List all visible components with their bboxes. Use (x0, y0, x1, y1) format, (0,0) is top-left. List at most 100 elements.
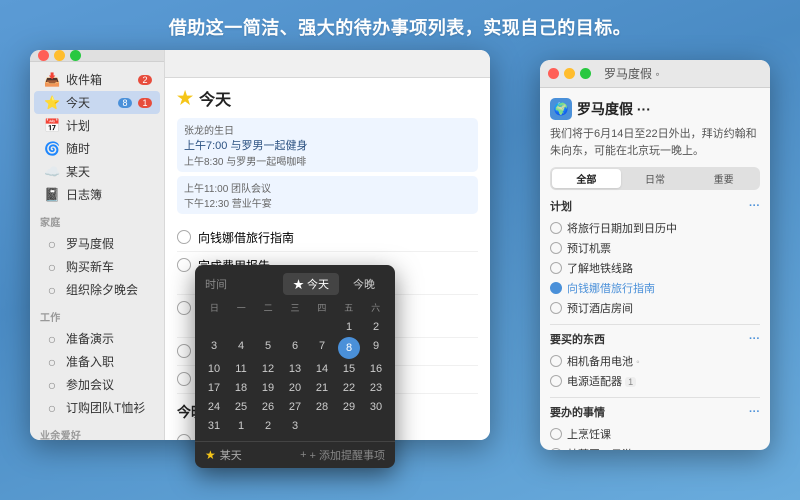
cal-cell[interactable] (309, 417, 335, 435)
cal-cell[interactable] (309, 318, 335, 336)
cal-cell[interactable]: 20 (282, 379, 308, 397)
plan-task-2[interactable]: 预订机票 (550, 238, 760, 258)
cal-cell[interactable]: 28 (309, 398, 335, 416)
plan-task-1[interactable]: 将旅行日期加到日历中 (550, 218, 760, 238)
cal-cell[interactable]: 24 (201, 398, 227, 416)
sidebar-item-meeting[interactable]: ○ 参加会议 (34, 373, 160, 396)
tshirt-icon: ○ (44, 400, 60, 416)
cal-cell[interactable]: 19 (255, 379, 281, 397)
sidebar-item-plan[interactable]: 📅 计划 (34, 114, 160, 137)
right-tl-yellow[interactable] (564, 68, 575, 79)
plan-task-3[interactable]: 了解地铁线路 (550, 258, 760, 278)
buy-task-1[interactable]: 相机备用电池 ◦ (550, 351, 760, 371)
cal-cell-today[interactable]: 8 (338, 337, 360, 359)
sidebar-item-newyear[interactable]: ○ 组织除夕晚会 (34, 278, 160, 301)
cal-cell[interactable]: 4 (228, 337, 254, 359)
sidebar-item-tshirt[interactable]: ○ 订购团队T恤衫 (34, 396, 160, 419)
calendar-header: 时间 ★ 今天 今晚 (195, 265, 395, 299)
plan-check-4[interactable] (550, 282, 562, 294)
task-checkbox-5[interactable] (177, 372, 191, 386)
plan-label: 计划 (550, 198, 572, 214)
cal-cell[interactable] (282, 318, 308, 336)
plan-check-1[interactable] (550, 222, 562, 234)
buy-check-1[interactable] (550, 355, 562, 367)
sidebar-item-onboard[interactable]: ○ 准备入职 (34, 350, 160, 373)
cal-cell[interactable]: 9 (363, 337, 389, 359)
segment-all[interactable]: 全部 (552, 169, 621, 188)
todo-check-1[interactable] (550, 428, 562, 440)
cal-cell[interactable]: 23 (363, 379, 389, 397)
right-tl-red[interactable] (548, 68, 559, 79)
cal-tab-tonight[interactable]: 今晚 (343, 273, 385, 295)
cal-cell[interactable]: 11 (228, 360, 254, 378)
cal-cell[interactable] (336, 417, 362, 435)
cal-cell[interactable]: 1 (336, 318, 362, 336)
todo-more[interactable]: ··· (749, 406, 760, 418)
plan-task-5[interactable]: 预订酒店房间 (550, 298, 760, 318)
cal-cell[interactable]: 30 (363, 398, 389, 416)
task-row-1[interactable]: 向钱娜借旅行指南 (177, 224, 478, 252)
segment-daily[interactable]: 日常 (621, 169, 690, 188)
traffic-light-yellow[interactable] (54, 50, 65, 61)
cal-cell[interactable] (228, 318, 254, 336)
cal-cell[interactable] (201, 318, 227, 336)
cal-cell[interactable]: 5 (255, 337, 281, 359)
task-checkbox-2[interactable] (177, 258, 191, 272)
add-reminder-btn[interactable]: + + 添加提醒事项 (300, 447, 385, 463)
cal-cell[interactable]: 22 (336, 379, 362, 397)
cal-cell[interactable] (255, 318, 281, 336)
cal-cell[interactable]: 16 (363, 360, 389, 378)
buy-task-2[interactable]: 电源适配器 1 (550, 371, 760, 391)
sidebar-item-car[interactable]: ○ 购买新车 (34, 255, 160, 278)
cal-tab-today[interactable]: ★ 今天 (283, 273, 339, 295)
cal-cell[interactable]: 14 (309, 360, 335, 378)
event-1-line2: 上午8:30 与罗男一起喝咖啡 (184, 153, 471, 168)
cal-cell[interactable]: 26 (255, 398, 281, 416)
tonight-checkbox-1[interactable] (177, 434, 191, 440)
traffic-light-green[interactable] (70, 50, 81, 61)
cal-cell[interactable] (363, 417, 389, 435)
cal-cell[interactable]: 2 (363, 318, 389, 336)
cal-cell[interactable]: 25 (228, 398, 254, 416)
cal-cell[interactable]: 1 (228, 417, 254, 435)
sidebar-item-today[interactable]: ⭐ 今天 8 1 (34, 91, 160, 114)
cal-cell[interactable]: 18 (228, 379, 254, 397)
cal-cell[interactable]: 7 (309, 337, 335, 359)
todo-check-2[interactable] (550, 448, 562, 450)
todo-task-2[interactable]: 梵蒂冈一日游 (550, 444, 760, 450)
sidebar-item-logbook[interactable]: 📓 日志簿 (34, 183, 160, 206)
sidebar-item-roma[interactable]: ○ 罗马度假 (34, 232, 160, 255)
todo-task-1[interactable]: 上烹饪课 (550, 424, 760, 444)
cal-cell[interactable]: 27 (282, 398, 308, 416)
task-checkbox-4[interactable] (177, 344, 191, 358)
cal-cell[interactable]: 6 (282, 337, 308, 359)
plan-more[interactable]: ··· (749, 200, 760, 212)
traffic-light-red[interactable] (38, 50, 49, 61)
cal-cell[interactable]: 13 (282, 360, 308, 378)
someday-footer[interactable]: ★ 某天 (205, 447, 295, 463)
cal-cell[interactable]: 3 (282, 417, 308, 435)
task-checkbox-3[interactable] (177, 301, 191, 315)
sidebar-item-someday[interactable]: ☁️ 某天 (34, 160, 160, 183)
cal-cell[interactable]: 12 (255, 360, 281, 378)
plan-check-2[interactable] (550, 242, 562, 254)
cal-cell[interactable]: 21 (309, 379, 335, 397)
cal-cell[interactable]: 15 (336, 360, 362, 378)
plan-check-5[interactable] (550, 302, 562, 314)
cal-cell[interactable]: 10 (201, 360, 227, 378)
buy-more[interactable]: ··· (749, 333, 760, 345)
cal-cell[interactable]: 2 (255, 417, 281, 435)
plan-check-3[interactable] (550, 262, 562, 274)
sidebar-item-present[interactable]: ○ 准备演示 (34, 327, 160, 350)
segment-important[interactable]: 重要 (689, 169, 758, 188)
sidebar-item-random[interactable]: 🌀 随时 (34, 137, 160, 160)
cal-cell[interactable]: 29 (336, 398, 362, 416)
cal-cell[interactable]: 3 (201, 337, 227, 359)
cal-cell[interactable]: 31 (201, 417, 227, 435)
sidebar-item-inbox[interactable]: 📥 收件箱 2 (34, 68, 160, 91)
cal-cell[interactable]: 17 (201, 379, 227, 397)
task-checkbox-1[interactable] (177, 230, 191, 244)
right-tl-green[interactable] (580, 68, 591, 79)
plan-task-4[interactable]: 向钱娜借旅行指南 (550, 278, 760, 298)
buy-check-2[interactable] (550, 375, 562, 387)
